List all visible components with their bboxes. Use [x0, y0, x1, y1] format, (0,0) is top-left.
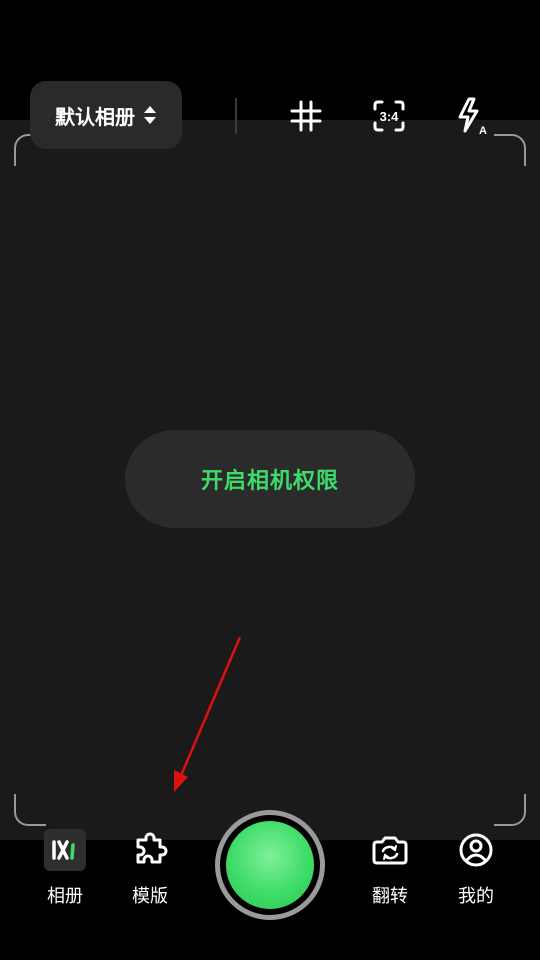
permission-button-label: 开启相机权限 — [200, 469, 339, 494]
flash-mode-label: A — [479, 125, 487, 136]
flash-auto-icon: A — [458, 97, 487, 136]
viewfinder-corner-bottom-right — [494, 794, 526, 826]
album-select-label: 默认相册 — [55, 104, 135, 129]
album-select-button[interactable]: 默认相册 — [30, 81, 182, 149]
nav-flip-camera-button[interactable]: 翻转 — [355, 828, 425, 908]
nav-template-button[interactable]: 模版 — [115, 828, 185, 908]
nav-template-label: 模版 — [132, 886, 168, 907]
nav-flip-label: 翻转 — [372, 886, 408, 907]
camera-flip-icon — [372, 836, 408, 865]
grid-toggle-button[interactable] — [284, 94, 328, 138]
aspect-ratio-icon: 3:4 — [373, 100, 405, 132]
shutter-button[interactable] — [215, 810, 325, 920]
aspect-ratio-label: 3:4 — [380, 109, 400, 124]
grid-icon — [290, 100, 322, 132]
enable-camera-permission-button[interactable]: 开启相机权限 — [125, 430, 415, 528]
nav-album-button[interactable]: 相册 — [30, 828, 100, 908]
viewfinder-corner-bottom-left — [14, 794, 46, 826]
album-thumbnail-icon — [44, 829, 86, 871]
puzzle-icon — [136, 832, 168, 864]
user-profile-icon — [459, 833, 493, 867]
shutter-button-inner — [226, 821, 314, 909]
top-bar-divider — [235, 98, 237, 134]
nav-mine-label: 我的 — [458, 886, 494, 907]
nav-album-label: 相册 — [47, 886, 83, 907]
aspect-ratio-button[interactable]: 3:4 — [367, 94, 411, 138]
sort-updown-icon — [144, 106, 156, 124]
flash-mode-button[interactable]: A — [448, 94, 492, 138]
nav-mine-button[interactable]: 我的 — [441, 828, 511, 908]
viewfinder-corner-top-right — [494, 134, 526, 166]
